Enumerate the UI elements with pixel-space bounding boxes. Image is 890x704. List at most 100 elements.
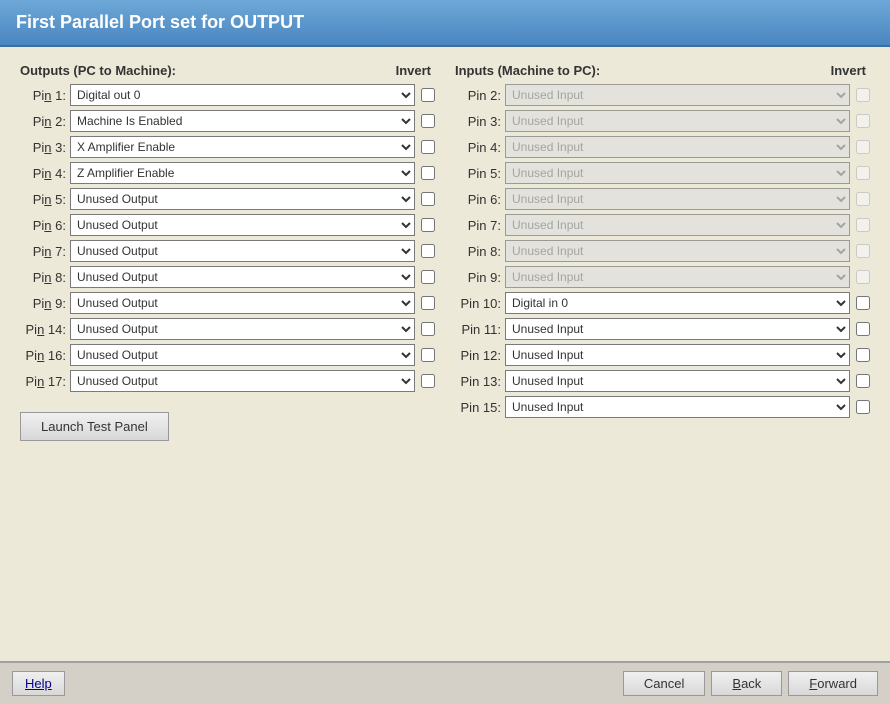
outputs-rows: Pin 1: Digital out 0Unused OutputMachine … bbox=[20, 84, 435, 392]
input-pin-label-4: Pin 6: bbox=[455, 192, 501, 207]
output-pin-select-5[interactable]: Digital out 0Unused OutputMachine Is Ena… bbox=[70, 214, 415, 236]
input-pin-invert-7[interactable] bbox=[856, 270, 870, 284]
input-pin-row: Pin 3: Unused InputDigital in 0Digital in… bbox=[455, 110, 870, 132]
input-pin-label-5: Pin 7: bbox=[455, 218, 501, 233]
output-pin-invert-5[interactable] bbox=[421, 218, 435, 232]
input-pin-invert-12[interactable] bbox=[856, 400, 870, 414]
output-pin-invert-0[interactable] bbox=[421, 88, 435, 102]
input-pin-label-10: Pin 12: bbox=[455, 348, 501, 363]
input-pin-row: Pin 6: Unused InputDigital in 0Digital in… bbox=[455, 188, 870, 210]
output-pin-select-9[interactable]: Digital out 0Unused OutputMachine Is Ena… bbox=[70, 318, 415, 340]
inputs-label: Inputs (Machine to PC): bbox=[455, 63, 600, 78]
input-pin-select-11[interactable]: Unused InputDigital in 0Digital in 1 bbox=[505, 370, 850, 392]
input-pin-invert-5[interactable] bbox=[856, 218, 870, 232]
output-pin-row: Pin 3:Digital out 0Unused OutputMachine … bbox=[20, 136, 435, 158]
input-pin-invert-6[interactable] bbox=[856, 244, 870, 258]
output-pin-label-5: Pin 6: bbox=[20, 218, 66, 233]
forward-button[interactable]: Forward bbox=[788, 671, 878, 696]
output-pin-invert-11[interactable] bbox=[421, 374, 435, 388]
output-pin-invert-2[interactable] bbox=[421, 140, 435, 154]
output-pin-label-3: Pin 4: bbox=[20, 166, 66, 181]
input-pin-invert-2[interactable] bbox=[856, 140, 870, 154]
input-pin-row: Pin 7: Unused InputDigital in 0Digital in… bbox=[455, 214, 870, 236]
input-pin-select-5: Unused InputDigital in 0Digital in 1 bbox=[505, 214, 850, 236]
input-pin-select-7: Unused InputDigital in 0Digital in 1 bbox=[505, 266, 850, 288]
output-pin-label-0: Pin 1: bbox=[20, 88, 66, 103]
forward-rest: orward bbox=[817, 676, 857, 691]
output-pin-select-6[interactable]: Digital out 0Unused OutputMachine Is Ena… bbox=[70, 240, 415, 262]
input-pin-row: Pin 9:Unused InputDigital in 0Digital in… bbox=[455, 266, 870, 288]
input-pin-label-9: Pin 11: bbox=[455, 322, 501, 337]
back-button[interactable]: Back bbox=[711, 671, 782, 696]
input-pin-invert-11[interactable] bbox=[856, 374, 870, 388]
input-pin-invert-8[interactable] bbox=[856, 296, 870, 310]
input-pin-select-3: Unused InputDigital in 0Digital in 1 bbox=[505, 162, 850, 184]
input-pin-row: Pin 5:Unused InputDigital in 0Digital in… bbox=[455, 162, 870, 184]
input-pin-row: Pin 11: Unused InputDigital in 0Digital i… bbox=[455, 318, 870, 340]
cancel-button[interactable]: Cancel bbox=[623, 671, 705, 696]
input-pin-select-0: Unused InputDigital in 0Digital in 1 bbox=[505, 84, 850, 106]
input-pin-label-11: Pin 13: bbox=[455, 374, 501, 389]
input-pin-select-9[interactable]: Unused InputDigital in 0Digital in 1 bbox=[505, 318, 850, 340]
output-pin-select-7[interactable]: Digital out 0Unused OutputMachine Is Ena… bbox=[70, 266, 415, 288]
output-pin-invert-8[interactable] bbox=[421, 296, 435, 310]
output-pin-invert-10[interactable] bbox=[421, 348, 435, 362]
input-pin-label-1: Pin 3: bbox=[455, 114, 501, 129]
output-pin-row: Pin 9: Digital out 0Unused OutputMachine … bbox=[20, 292, 435, 314]
main-content: Outputs (PC to Machine): Invert Pin 1: Di… bbox=[0, 47, 890, 661]
input-pin-select-10[interactable]: Unused InputDigital in 0Digital in 1 bbox=[505, 344, 850, 366]
output-pin-label-9: Pin 14: bbox=[20, 322, 66, 337]
output-pin-select-10[interactable]: Digital out 0Unused OutputMachine Is Ena… bbox=[70, 344, 415, 366]
output-pin-invert-1[interactable] bbox=[421, 114, 435, 128]
output-pin-label-6: Pin 7: bbox=[20, 244, 66, 259]
outputs-invert-label: Invert bbox=[396, 63, 431, 78]
output-pin-invert-7[interactable] bbox=[421, 270, 435, 284]
output-pin-row: Pin 6: Digital out 0Unused OutputMachine … bbox=[20, 214, 435, 236]
output-pin-row: Pin 16:Digital out 0Unused OutputMachine… bbox=[20, 344, 435, 366]
outputs-header: Outputs (PC to Machine): Invert bbox=[20, 63, 435, 78]
output-pin-row: Pin 2: Digital out 0Unused OutputMachine … bbox=[20, 110, 435, 132]
output-pin-invert-3[interactable] bbox=[421, 166, 435, 180]
input-pin-select-6: Unused InputDigital in 0Digital in 1 bbox=[505, 240, 850, 262]
launch-test-panel-button[interactable]: Launch Test Panel bbox=[20, 412, 169, 441]
back-underline: B bbox=[732, 676, 741, 691]
columns: Outputs (PC to Machine): Invert Pin 1: Di… bbox=[20, 63, 870, 441]
input-pin-invert-1[interactable] bbox=[856, 114, 870, 128]
output-pin-select-0[interactable]: Digital out 0Unused OutputMachine Is Ena… bbox=[70, 84, 415, 106]
launch-btn-container: Launch Test Panel bbox=[20, 396, 435, 441]
output-pin-select-8[interactable]: Digital out 0Unused OutputMachine Is Ena… bbox=[70, 292, 415, 314]
input-pin-label-12: Pin 15: bbox=[455, 400, 501, 415]
input-pin-invert-4[interactable] bbox=[856, 192, 870, 206]
output-pin-invert-4[interactable] bbox=[421, 192, 435, 206]
input-pin-select-8[interactable]: Unused InputDigital in 0Digital in 1 bbox=[505, 292, 850, 314]
output-pin-select-11[interactable]: Digital out 0Unused OutputMachine Is Ena… bbox=[70, 370, 415, 392]
input-pin-label-2: Pin 4: bbox=[455, 140, 501, 155]
output-pin-select-4[interactable]: Digital out 0Unused OutputMachine Is Ena… bbox=[70, 188, 415, 210]
output-pin-label-1: Pin 2: bbox=[20, 114, 66, 129]
output-pin-row: Pin 5:Digital out 0Unused OutputMachine … bbox=[20, 188, 435, 210]
footer-left: Help bbox=[12, 671, 65, 696]
output-pin-invert-6[interactable] bbox=[421, 244, 435, 258]
output-pin-row: Pin 4: Digital out 0Unused OutputMachine … bbox=[20, 162, 435, 184]
input-pin-invert-3[interactable] bbox=[856, 166, 870, 180]
input-pin-invert-0[interactable] bbox=[856, 88, 870, 102]
output-pin-select-3[interactable]: Digital out 0Unused OutputMachine Is Ena… bbox=[70, 162, 415, 184]
inputs-header: Inputs (Machine to PC): Invert bbox=[455, 63, 870, 78]
input-pin-select-2: Unused InputDigital in 0Digital in 1 bbox=[505, 136, 850, 158]
output-pin-label-8: Pin 9: bbox=[20, 296, 66, 311]
input-pin-select-1: Unused InputDigital in 0Digital in 1 bbox=[505, 110, 850, 132]
input-pin-label-6: Pin 8: bbox=[455, 244, 501, 259]
output-pin-select-2[interactable]: Digital out 0Unused OutputMachine Is Ena… bbox=[70, 136, 415, 158]
input-pin-invert-10[interactable] bbox=[856, 348, 870, 362]
output-pin-invert-9[interactable] bbox=[421, 322, 435, 336]
input-pin-label-8: Pin 10: bbox=[455, 296, 501, 311]
inputs-rows: Pin 2:Unused InputDigital in 0Digital in… bbox=[455, 84, 870, 418]
input-pin-invert-9[interactable] bbox=[856, 322, 870, 336]
input-pin-select-12[interactable]: Unused InputDigital in 0Digital in 1 bbox=[505, 396, 850, 418]
help-button[interactable]: Help bbox=[12, 671, 65, 696]
output-pin-label-7: Pin 8: bbox=[20, 270, 66, 285]
back-rest: ack bbox=[741, 676, 761, 691]
output-pin-select-1[interactable]: Digital out 0Unused OutputMachine Is Ena… bbox=[70, 110, 415, 132]
input-pin-select-4: Unused InputDigital in 0Digital in 1 bbox=[505, 188, 850, 210]
outputs-label: Outputs (PC to Machine): bbox=[20, 63, 176, 78]
